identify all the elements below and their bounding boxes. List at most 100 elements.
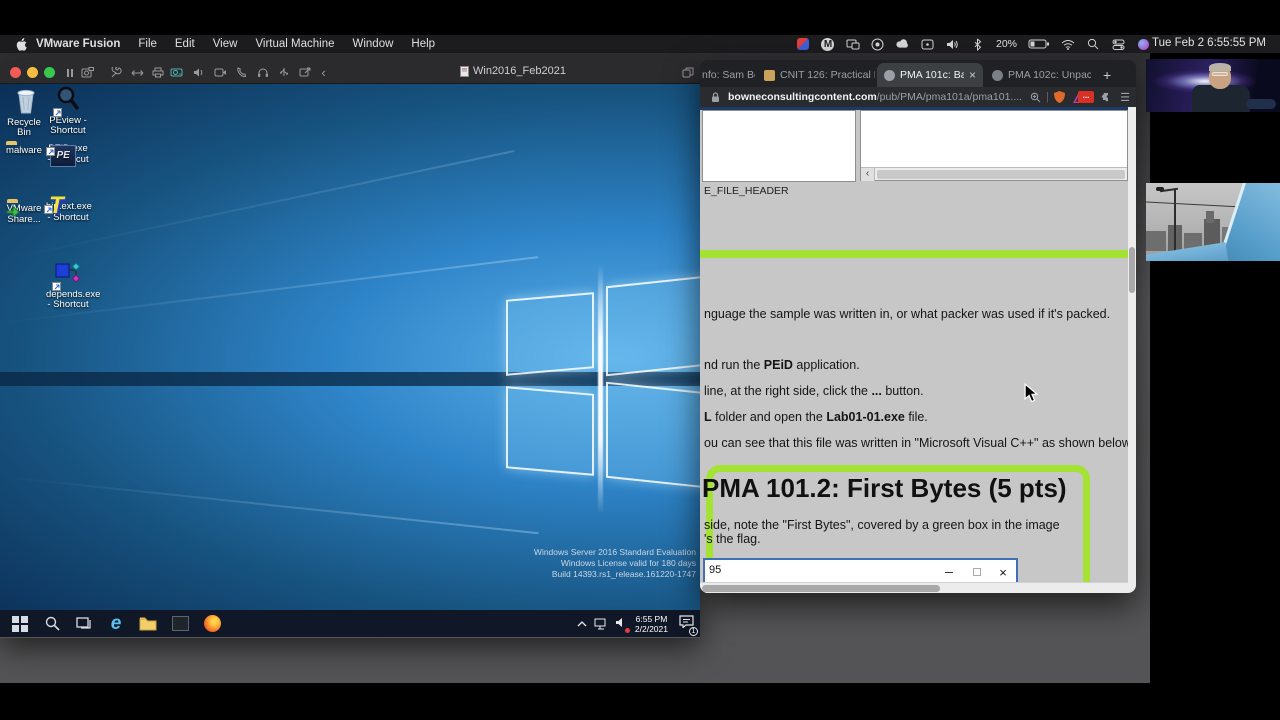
file-explorer-icon[interactable] <box>136 612 160 636</box>
battery-icon <box>1028 37 1050 51</box>
page-content: ‹ E_FILE_HEADER nguage the sample was wr… <box>700 107 1128 593</box>
browser-v-scrollbar[interactable] <box>1128 107 1136 593</box>
tab-sam-bowne[interactable]: nfo: Sam Bow <box>700 63 755 87</box>
desktop-icon-peid[interactable]: PE PEiD.exe - Shortcut <box>46 143 90 167</box>
menu-help[interactable]: Help <box>411 38 435 50</box>
tab-favicon <box>764 69 775 81</box>
desktop-icon-depends[interactable]: depends.exe - Shortcut <box>46 260 100 311</box>
desktop-icon-peview[interactable]: PEview - Shortcut <box>46 86 90 137</box>
phone-icon[interactable] <box>234 65 249 80</box>
pe-header-label: E_FILE_HEADER <box>704 185 789 197</box>
mouse-cursor <box>1024 383 1039 403</box>
new-tab-icon[interactable]: + <box>1096 63 1114 87</box>
tab-strip: nfo: Sam Bow CNIT 126: Practical Malwa P… <box>700 60 1136 87</box>
presenter-arm <box>1246 99 1276 109</box>
menu-virtual-machine[interactable]: Virtual Machine <box>255 38 334 50</box>
menubar-app-name[interactable]: VMware Fusion <box>36 38 120 50</box>
tab-close-icon[interactable]: × <box>969 68 976 82</box>
usb-icon[interactable] <box>276 65 291 80</box>
edit-share-icon[interactable] <box>297 65 312 80</box>
cloud-upload-icon[interactable] <box>896 37 910 51</box>
vmware-titlebar[interactable]: ‹ Win2016_Feb2021 <box>0 60 700 84</box>
resize-arrows-icon[interactable] <box>130 65 145 80</box>
settings-wrench-icon[interactable] <box>108 65 123 80</box>
scrollbar-thumb[interactable] <box>877 169 1125 179</box>
taskbar-search-icon[interactable] <box>40 612 64 636</box>
snapshot-icon[interactable] <box>80 65 95 80</box>
url-domain[interactable]: bowneconsultingcontent.com <box>728 91 877 103</box>
green-box-line-2: 's the flag. <box>704 532 761 546</box>
menu-edit[interactable]: Edit <box>175 38 195 50</box>
taskbar-clock[interactable]: 6:55 PM 2/2/2021 <box>635 614 668 634</box>
display-mirroring-icon[interactable] <box>846 37 860 51</box>
extensions-puzzle-icon[interactable] <box>1098 90 1112 104</box>
printer-icon[interactable] <box>150 65 165 80</box>
internet-explorer-icon[interactable]: e <box>104 612 128 636</box>
wallpaper-light-ray <box>1 475 539 535</box>
malwarebytes-icon[interactable]: M <box>821 37 835 51</box>
scroll-left-icon[interactable]: ‹ <box>861 167 875 181</box>
headset-icon[interactable] <box>255 65 270 80</box>
h-scrollbar-thumb[interactable] <box>702 585 940 592</box>
firefox-icon[interactable] <box>200 612 224 636</box>
menubar-clock[interactable]: Tue Feb 2 6:55:55 PM <box>1152 37 1266 49</box>
tray-volume-icon[interactable] <box>615 615 630 633</box>
task-view-icon[interactable] <box>72 612 96 636</box>
apple-menu-icon[interactable] <box>14 37 28 51</box>
green-divider-bar <box>700 250 1128 258</box>
collapse-toolbar-icon[interactable]: ‹ <box>316 65 331 80</box>
start-button[interactable] <box>8 612 32 636</box>
windows-watermark: Windows Server 2016 Standard Evaluation … <box>533 547 696 579</box>
lock-icon[interactable] <box>708 90 722 104</box>
browser-h-scrollbar[interactable] <box>700 582 1128 593</box>
url-path[interactable]: /pub/PMA/pma101a/pma101.... <box>877 91 1022 103</box>
camera-icon[interactable] <box>213 65 228 80</box>
tab-pma-102c[interactable]: PMA 102c: Unpacking (15 <box>985 63 1091 87</box>
extension-badge-icon[interactable]: ... <box>1078 91 1094 103</box>
windows-logo-pane <box>506 386 594 476</box>
desktop-icon-bintext[interactable]: T bintext.exe - Shortcut <box>44 194 92 223</box>
tab-pma-101c-active[interactable]: PMA 101c: Basic Static × <box>877 63 983 87</box>
play-circle-icon[interactable] <box>871 37 885 51</box>
webcam-presenter <box>1146 59 1280 112</box>
minimize-button[interactable] <box>27 67 38 78</box>
pause-vm-icon[interactable] <box>62 65 77 80</box>
tab-cnit-126[interactable]: CNIT 126: Practical Malwa <box>757 63 875 87</box>
siri-icon[interactable] <box>1136 37 1150 51</box>
tray-chevron-icon[interactable] <box>577 620 587 627</box>
volume-icon[interactable] <box>946 37 960 51</box>
pane-scrollbar[interactable]: ‹ <box>861 167 1127 181</box>
desktop-icon-malware-folder[interactable]: malware <box>2 145 46 157</box>
windows-taskbar[interactable]: e 6:55 PM 2/2/2021 1 <box>0 610 700 637</box>
browser-menu-icon[interactable]: ☰ <box>1120 91 1130 104</box>
zoom-button[interactable] <box>44 67 55 78</box>
menu-view[interactable]: View <box>213 38 238 50</box>
sound-icon[interactable] <box>191 65 206 80</box>
windows-desktop[interactable]: Recycle Bin PEview - Shortcut malware PE… <box>0 84 700 610</box>
menu-window[interactable]: Window <box>353 38 394 50</box>
close-button[interactable] <box>10 67 21 78</box>
zoom-page-icon[interactable] <box>1028 90 1042 104</box>
desktop-icon-recycle-bin[interactable]: Recycle Bin <box>2 88 46 139</box>
spotlight-search-icon[interactable] <box>1086 37 1100 51</box>
recorder-app-icon[interactable] <box>796 37 810 51</box>
menu-file[interactable]: File <box>138 38 157 50</box>
ublock-shield-icon[interactable] <box>1053 90 1067 104</box>
action-center-icon[interactable]: 1 <box>679 614 698 636</box>
hard-disk-icon[interactable] <box>169 65 184 80</box>
v-scrollbar-thumb[interactable] <box>1129 247 1135 293</box>
green-box-line-1: side, note the "First Bytes", covered by… <box>704 518 1060 532</box>
fullscreen-icon[interactable] <box>680 65 695 80</box>
tab-favicon-globe <box>884 69 895 81</box>
body-line-3: line, at the right side, click the ... b… <box>704 384 924 398</box>
bluetooth-icon[interactable] <box>971 37 985 51</box>
tray-network-icon[interactable] <box>594 618 608 630</box>
app-window-icon[interactable] <box>168 612 192 636</box>
lamp-post <box>1174 189 1176 253</box>
body-line-4: L folder and open the Lab01-01.exe file. <box>704 410 928 424</box>
desktop-icon-vmware-share[interactable]: VMware Share... <box>2 203 46 225</box>
wifi-icon[interactable] <box>1061 37 1075 51</box>
input-source-icon[interactable] <box>921 37 935 51</box>
battery-percent[interactable]: 20% <box>996 38 1017 50</box>
control-center-icon[interactable] <box>1111 37 1125 51</box>
